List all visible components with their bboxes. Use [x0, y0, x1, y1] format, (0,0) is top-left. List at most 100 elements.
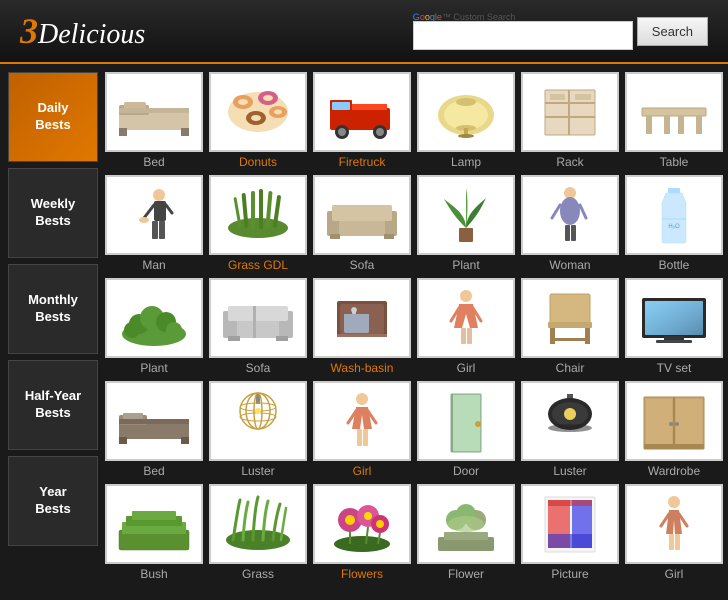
grid-item-flowers-img	[313, 484, 411, 564]
grid-item-rack-img	[521, 72, 619, 152]
header: 3Delicious Google™ Custom Search Search	[0, 0, 728, 64]
grid-item-lamp[interactable]: Lamp	[416, 72, 516, 169]
grid-item-lamp-label: Lamp	[451, 155, 481, 169]
grid-item-chair-label: Chair	[556, 361, 585, 375]
grid-item-plant-monthly[interactable]: Plant	[104, 278, 204, 375]
grid-item-tvset[interactable]: TV set	[624, 278, 724, 375]
grid-item-washbasin-img	[313, 278, 411, 358]
grid-item-grass-gdl-label: Grass GDL	[228, 258, 288, 272]
grid-item-bed-img	[105, 72, 203, 152]
sidebar: DailyBests WeeklyBests MonthlyBests Half…	[8, 72, 98, 587]
grid-item-table[interactable]: Table	[624, 72, 724, 169]
grid-row-halfyear: Bed Luster	[104, 381, 724, 478]
grid-item-plant-weekly-label: Plant	[452, 258, 479, 272]
grid-item-grass-gdl[interactable]: Grass GDL	[208, 175, 308, 272]
grid-item-bush[interactable]: Bush	[104, 484, 204, 581]
grid-item-wardrobe[interactable]: Wardrobe	[624, 381, 724, 478]
search-input[interactable]	[413, 21, 633, 50]
grid-item-bottle-label: Bottle	[659, 258, 690, 272]
grid-item-picture-img	[521, 484, 619, 564]
grid-item-sofa-monthly-img	[209, 278, 307, 358]
grid-item-girl3-img	[625, 484, 723, 564]
grid-item-luster-label: Luster	[241, 464, 274, 478]
grid-item-bottle[interactable]: H₂O Bottle	[624, 175, 724, 272]
sidebar-item-daily[interactable]: DailyBests	[8, 72, 98, 162]
grid-item-plant-monthly-label: Plant	[140, 361, 167, 375]
grid-item-girl3[interactable]: Girl	[624, 484, 724, 581]
grid-item-sofa-weekly-img	[313, 175, 411, 255]
grid-item-luster2-img	[521, 381, 619, 461]
grid-item-firetruck-label: Firetruck	[339, 155, 386, 169]
grid-item-rack[interactable]: Rack	[520, 72, 620, 169]
grid-row-monthly: Plant Sofa	[104, 278, 724, 375]
grid-item-grass-label: Grass	[242, 567, 274, 581]
sidebar-item-halfyear[interactable]: Half-YearBests	[8, 360, 98, 450]
sidebar-item-weekly-label: WeeklyBests	[31, 196, 76, 230]
grid-item-bed[interactable]: Bed	[104, 72, 204, 169]
grid-item-firetruck[interactable]: Firetruck	[312, 72, 412, 169]
grid-item-grass[interactable]: Grass	[208, 484, 308, 581]
grid-item-tvset-img	[625, 278, 723, 358]
grid-item-luster2-label: Luster	[553, 464, 586, 478]
sidebar-item-monthly[interactable]: MonthlyBests	[8, 264, 98, 354]
grid-item-wardrobe-img	[625, 381, 723, 461]
sidebar-item-year-label: YearBests	[35, 484, 70, 518]
grid-row-year: Bush Grass	[104, 484, 724, 581]
grid-item-door[interactable]: Door	[416, 381, 516, 478]
grid-item-woman[interactable]: Woman	[520, 175, 620, 272]
sidebar-item-daily-label: DailyBests	[35, 100, 70, 134]
grid-item-washbasin[interactable]: Wash-basin	[312, 278, 412, 375]
grid-item-luster2[interactable]: Luster	[520, 381, 620, 478]
main-content: DailyBests WeeklyBests MonthlyBests Half…	[0, 64, 728, 595]
grid-item-flowers-label: Flowers	[341, 567, 383, 581]
grid-item-picture[interactable]: Picture	[520, 484, 620, 581]
search-area: Google™ Custom Search Search	[413, 12, 708, 50]
grid-item-man-label: Man	[142, 258, 165, 272]
search-input-wrapper: Google™ Custom Search	[413, 12, 633, 50]
grid-item-door-img	[417, 381, 515, 461]
grid-item-donuts[interactable]: Donuts	[208, 72, 308, 169]
grid-item-donuts-label: Donuts	[239, 155, 277, 169]
grid-item-firetruck-img	[313, 72, 411, 152]
grid-item-flower-label: Flower	[448, 567, 484, 581]
grid-item-sofa-monthly[interactable]: Sofa	[208, 278, 308, 375]
logo-delicious: Delicious	[38, 19, 145, 50]
grid-item-woman-img	[521, 175, 619, 255]
grid-item-picture-label: Picture	[551, 567, 588, 581]
grid-item-flower[interactable]: Flower	[416, 484, 516, 581]
grid-item-wardrobe-label: Wardrobe	[648, 464, 700, 478]
grid-item-bed2-img	[105, 381, 203, 461]
grid-item-sofa-weekly[interactable]: Sofa	[312, 175, 412, 272]
grid-item-grass-img	[209, 484, 307, 564]
grid-item-plant-weekly-img	[417, 175, 515, 255]
grid-item-bed2-label: Bed	[143, 464, 164, 478]
grid-item-chair[interactable]: Chair	[520, 278, 620, 375]
grid-item-man[interactable]: Man	[104, 175, 204, 272]
grid-item-luster[interactable]: Luster	[208, 381, 308, 478]
svg-text:H₂O: H₂O	[668, 224, 680, 230]
grid-item-door-label: Door	[453, 464, 479, 478]
grid-item-lamp-img	[417, 72, 515, 152]
sidebar-item-weekly[interactable]: WeeklyBests	[8, 168, 98, 258]
grid-item-girl2-img	[313, 381, 411, 461]
grid-item-bush-label: Bush	[140, 567, 167, 581]
grid-item-bed-label: Bed	[143, 155, 164, 169]
grid-item-bed2[interactable]: Bed	[104, 381, 204, 478]
grid-item-chair-img	[521, 278, 619, 358]
grid-item-girl2[interactable]: Girl	[312, 381, 412, 478]
search-button[interactable]: Search	[637, 17, 708, 46]
grid-item-flower-img	[417, 484, 515, 564]
grid-item-flowers[interactable]: Flowers	[312, 484, 412, 581]
sidebar-item-monthly-label: MonthlyBests	[28, 292, 78, 326]
grid-item-plant-weekly[interactable]: Plant	[416, 175, 516, 272]
grid-item-table-label: Table	[660, 155, 689, 169]
grid-item-donuts-img	[209, 72, 307, 152]
grid-item-luster-img	[209, 381, 307, 461]
logo: 3Delicious	[20, 10, 145, 52]
grid-item-grass-gdl-img	[209, 175, 307, 255]
grid-row-weekly: Man Grass GDL	[104, 175, 724, 272]
grid-item-bottle-img: H₂O	[625, 175, 723, 255]
sidebar-item-year[interactable]: YearBests	[8, 456, 98, 546]
grid-item-girl-monthly[interactable]: Girl	[416, 278, 516, 375]
grid-item-girl2-label: Girl	[353, 464, 372, 478]
